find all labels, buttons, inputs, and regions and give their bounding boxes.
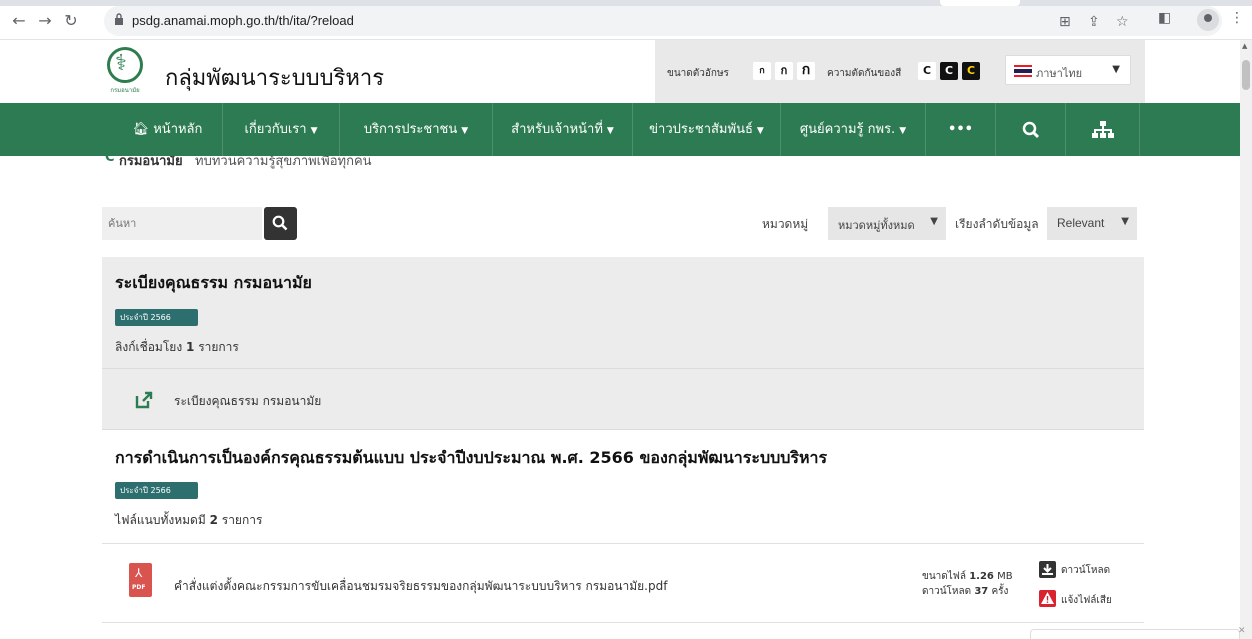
site-title[interactable]: กลุ่มพัฒนาระบบบริหาร: [165, 60, 384, 95]
profile-avatar[interactable]: [1197, 9, 1219, 31]
category-label: หมวดหมู่: [762, 217, 809, 231]
font-size-medium-button[interactable]: ก: [775, 62, 793, 80]
lock-icon: [115, 13, 123, 25]
chevron-down-icon: ▼: [606, 126, 614, 136]
search-button[interactable]: [264, 207, 297, 240]
contrast-label: ความตัดกันของสี: [827, 68, 902, 79]
bookmark-star-icon[interactable]: ☆: [1116, 14, 1129, 30]
download-count: ดาวน์โหลด 37 ครั้ง: [922, 586, 1009, 597]
download-icon[interactable]: [1039, 561, 1056, 578]
contrast-dark-button[interactable]: C: [940, 62, 958, 80]
file-row: ⅄ PDF คำสั่งแต่งตั้งคณะกรรมการขับเคลื่อน…: [102, 543, 1144, 623]
sitemap-icon: [1091, 120, 1114, 138]
nav-news[interactable]: ข่าวประชาสัมพันธ์ ▼: [633, 103, 781, 156]
report-broken-file-link[interactable]: แจ้งไฟล์เสีย: [1061, 593, 1112, 608]
department-logo[interactable]: กรมอนามัย: [105, 47, 145, 99]
chevron-down-icon: ▼: [899, 126, 907, 136]
reload-icon[interactable]: ↻: [60, 10, 82, 32]
sort-label: เรียงลำดับข้อมูล: [955, 217, 1039, 231]
item-count: ลิงก์เชื่อมโยง 1 รายการ: [115, 340, 239, 354]
year-badge: ประจำปี 2566: [115, 482, 198, 499]
warning-icon[interactable]: [1039, 590, 1056, 607]
breadcrumb: C กรมอนามัย ทบทวนความรู้สุขภาพเพื่อทุกคน: [105, 156, 505, 170]
nav-home[interactable]: 🏠︎ หน้าหลัก: [113, 103, 223, 156]
chat-widget[interactable]: [1030, 629, 1240, 639]
menu-kebab-icon[interactable]: ⋮: [1230, 10, 1244, 26]
site-header: กรมอนามัย กลุ่มพัฒนาระบบบริหาร ขนาดตัวอั…: [0, 40, 1240, 103]
nav-knowledge-center[interactable]: ศูนย์ความรู้ กพร. ▼: [781, 103, 926, 156]
contrast-normal-button[interactable]: C: [918, 62, 936, 80]
item-title[interactable]: การดำเนินการเป็นองค์กรคุณธรรมต้นแบบ ประจ…: [115, 446, 827, 471]
chevron-down-icon: ▼: [310, 126, 318, 136]
nav-more[interactable]: •••: [926, 103, 996, 156]
link-text[interactable]: ระเบียงคุณธรรม กรมอนามัย: [174, 392, 321, 411]
font-size-large-button[interactable]: ก: [797, 62, 815, 80]
forward-icon[interactable]: →: [34, 10, 56, 32]
side-panel-icon[interactable]: ◧: [1158, 10, 1171, 26]
year-badge: ประจำปี 2566: [115, 309, 198, 326]
sort-select[interactable]: Relevant ▼: [1047, 207, 1137, 240]
search-icon: [272, 215, 288, 231]
item-title[interactable]: ระเบียงคุณธรรม กรมอนามัย: [115, 271, 312, 296]
nav-public-services[interactable]: บริการประชาชน ▼: [340, 103, 493, 156]
translate-icon[interactable]: ⊞: [1059, 14, 1071, 30]
address-bar[interactable]: psdg.anamai.moph.go.th/th/ita/?reload ⊞ …: [104, 6, 1222, 36]
url-text: psdg.anamai.moph.go.th/th/ita/?reload: [132, 13, 354, 28]
file-size: ขนาดไฟล์ 1.26 MB: [922, 571, 1013, 582]
chevron-down-icon: ▼: [461, 126, 469, 136]
external-link-icon: [135, 391, 153, 409]
home-icon: 🏠︎: [132, 122, 150, 137]
thai-flag-icon: [1014, 65, 1032, 77]
main-nav: 🏠︎ หน้าหลัก เกี่ยวกับเรา ▼ บริการประชาชน ▼…: [0, 103, 1240, 156]
share-icon[interactable]: ⇪: [1088, 14, 1100, 30]
accessibility-panel: ขนาดตัวอักษร ก ก ก ความตัดกันของสี C C C…: [655, 40, 1145, 103]
nav-staff[interactable]: สำหรับเจ้าหน้าที่ ▼: [493, 103, 633, 156]
language-select[interactable]: ภาษาไทย ▼: [1005, 55, 1131, 85]
nav-sitemap-button[interactable]: [1066, 103, 1140, 156]
contrast-yellow-button[interactable]: C: [962, 62, 980, 80]
item-count: ไฟล์แนบทั้งหมดมี 2 รายการ: [115, 513, 263, 527]
caret-down-icon: ▼: [1112, 64, 1120, 75]
scroll-up-icon[interactable]: ▲: [1242, 42, 1247, 50]
chevron-down-icon: ▼: [756, 126, 764, 136]
scrollbar-thumb[interactable]: [1242, 60, 1250, 90]
page-scrollbar[interactable]: ▲: [1240, 40, 1252, 639]
pdf-file-icon: ⅄ PDF: [129, 563, 152, 597]
search-icon: [1022, 121, 1039, 138]
download-link[interactable]: ดาวน์โหลด: [1061, 563, 1110, 578]
link-row[interactable]: ระเบียงคุณธรรม กรมอนามัย: [102, 368, 1144, 430]
nav-about[interactable]: เกี่ยวกับเรา ▼: [223, 103, 340, 156]
chevron-down-icon: ▼: [930, 216, 938, 227]
font-size-label: ขนาดตัวอักษร: [667, 68, 729, 79]
close-icon[interactable]: ✕: [1238, 626, 1246, 636]
file-name[interactable]: คำสั่งแต่งตั้งคณะกรรมการขับเคลื่อนชมรมจร…: [174, 577, 667, 596]
brand-mark-icon: C: [105, 156, 115, 165]
category-select[interactable]: หมวดหมู่ทั้งหมด ▼: [828, 207, 946, 240]
nav-search-button[interactable]: [996, 103, 1066, 156]
chevron-down-icon: ▼: [1121, 216, 1129, 227]
search-input[interactable]: [102, 207, 262, 240]
font-size-small-button[interactable]: ก: [753, 62, 771, 80]
back-icon[interactable]: ←: [8, 10, 30, 32]
browser-toolbar: ← → ↻ psdg.anamai.moph.go.th/th/ita/?rel…: [0, 0, 1252, 40]
